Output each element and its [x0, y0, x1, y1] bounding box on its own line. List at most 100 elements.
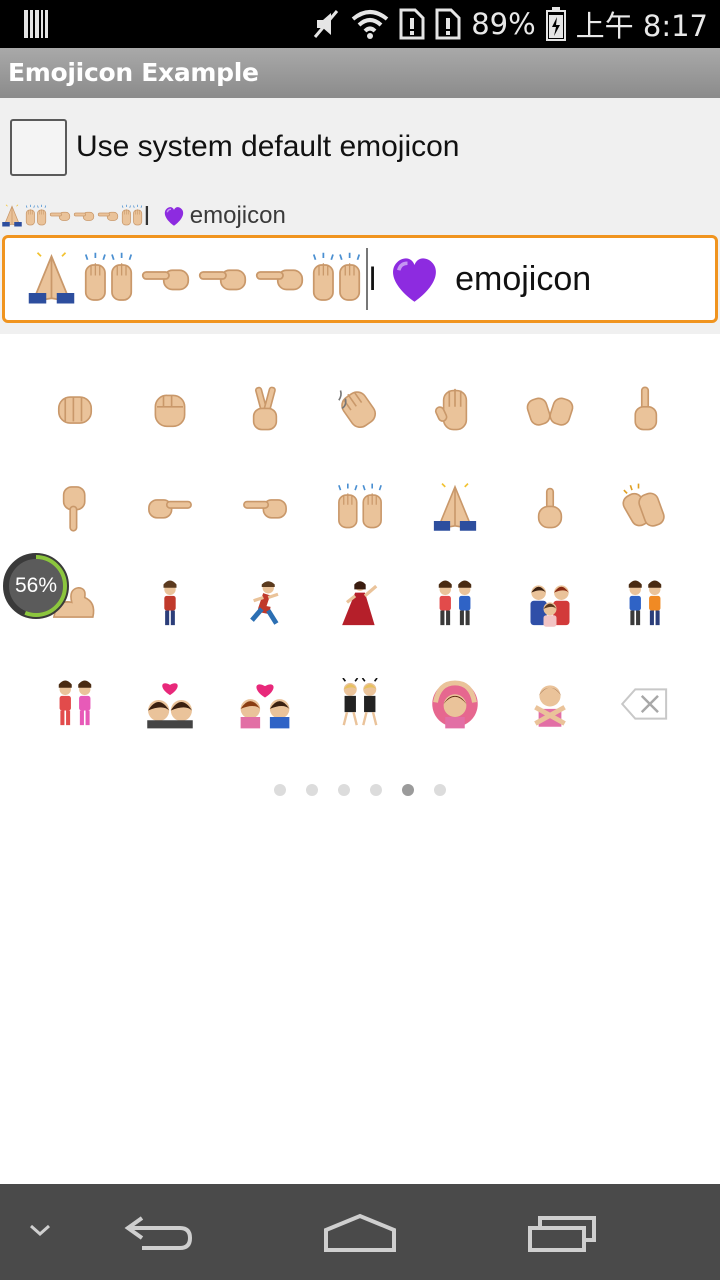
emoji-key-point-right[interactable] — [140, 478, 200, 538]
open-hands-emoji — [524, 384, 576, 436]
text-cursor — [366, 248, 368, 310]
navigation-bar — [0, 1184, 720, 1280]
emoji-key-runner[interactable] — [235, 574, 295, 634]
emoji-edit-text[interactable]: l emojicon — [2, 235, 718, 323]
emoji-key-open-hands[interactable] — [520, 380, 580, 440]
emoji-keyboard-grid — [0, 360, 720, 750]
back-icon[interactable] — [124, 1214, 194, 1258]
emoji-preview-text: l emojicon — [0, 198, 286, 234]
point-left-emoji — [48, 203, 72, 229]
point-left-emoji — [96, 203, 120, 229]
edit-text-char: l — [369, 260, 377, 297]
backspace-button[interactable] — [615, 674, 675, 734]
emoji-key-dancers[interactable] — [330, 674, 390, 734]
battery-charging-icon — [545, 7, 566, 41]
emoji-key-fist[interactable] — [140, 380, 200, 440]
couple-kiss-emoji — [144, 678, 196, 730]
preview-text-char: l — [144, 200, 150, 231]
status-time: 上午 8:17 — [575, 9, 708, 43]
emoji-key-waving-hand[interactable] — [330, 380, 390, 440]
content-area: Use system default emojicon l emojicon l e… — [0, 98, 720, 334]
raised-hands-emoji — [334, 482, 386, 534]
emoji-key-couple-heart[interactable] — [235, 674, 295, 734]
point-left-emoji — [239, 482, 291, 534]
wifi-icon — [351, 9, 389, 39]
app-screen: 89% 上午 8:17 Emojicon Example Use system … — [0, 0, 720, 1280]
point-up-emoji — [619, 384, 671, 436]
battery-percent: 89% — [471, 7, 536, 41]
battery-floating-badge[interactable]: 56% — [3, 553, 69, 619]
family-emoji — [524, 578, 576, 630]
page-dot[interactable] — [274, 784, 286, 796]
page-dot[interactable] — [338, 784, 350, 796]
system-emoji-checkbox-row[interactable]: Use system default emojicon — [10, 118, 460, 176]
muted-icon — [311, 9, 341, 39]
app-title: Emojicon Example — [8, 58, 259, 87]
emoji-key-two-men[interactable] — [615, 574, 675, 634]
raised-hands-emoji — [24, 203, 48, 229]
preview-text-word: emojicon — [189, 202, 286, 229]
dancer-emoji — [334, 578, 386, 630]
point-right-emoji — [144, 482, 196, 534]
walking-emoji — [144, 578, 196, 630]
waving-hand-emoji — [334, 384, 386, 436]
raised-hands-emoji — [120, 203, 144, 229]
point-up-2-emoji — [524, 482, 576, 534]
no-good-woman-emoji — [524, 678, 576, 730]
emoji-key-point-up[interactable] — [615, 380, 675, 440]
page-dot[interactable] — [306, 784, 318, 796]
purple-heart-emoji — [162, 203, 186, 229]
point-left-emoji — [137, 251, 194, 307]
couple-heart-emoji — [239, 678, 291, 730]
battery-badge-percent: 56% — [14, 574, 58, 597]
action-bar: Emojicon Example — [0, 48, 720, 98]
page-dot[interactable] — [402, 784, 414, 796]
ok-woman-emoji — [429, 678, 481, 730]
emoji-key-no-good-woman[interactable] — [520, 674, 580, 734]
emoji-key-raised-hands[interactable] — [330, 478, 390, 538]
fist-emoji — [144, 384, 196, 436]
emoji-key-pray[interactable] — [425, 478, 485, 538]
emoji-key-victory-hand[interactable] — [235, 380, 295, 440]
emoji-key-walking[interactable] — [140, 574, 200, 634]
edit-text-word: emojicon — [455, 259, 592, 298]
punch-emoji — [49, 384, 101, 436]
system-emoji-checkbox[interactable] — [10, 118, 67, 176]
emoji-key-couple[interactable] — [425, 574, 485, 634]
point-left-emoji — [194, 251, 251, 307]
emoji-key-family[interactable] — [520, 574, 580, 634]
page-dot[interactable] — [434, 784, 446, 796]
pray-emoji — [429, 482, 481, 534]
emoji-key-point-left[interactable] — [235, 478, 295, 538]
page-dot[interactable] — [370, 784, 382, 796]
barcode-icon — [24, 10, 48, 38]
raised-hands-emoji — [80, 251, 137, 307]
raised-hands-emoji — [308, 251, 365, 307]
emoji-key-couple-kiss[interactable] — [140, 674, 200, 734]
emoji-key-point-up-2[interactable] — [520, 478, 580, 538]
point-down-emoji — [49, 482, 101, 534]
system-emoji-checkbox-label: Use system default emojicon — [76, 130, 460, 163]
raised-hand-emoji — [429, 384, 481, 436]
emoji-key-point-down[interactable] — [45, 478, 105, 538]
point-left-emoji — [72, 203, 96, 229]
emoji-key-clap[interactable] — [615, 478, 675, 538]
emoji-key-raised-hand[interactable] — [425, 380, 485, 440]
emoji-key-punch[interactable] — [45, 380, 105, 440]
pray-emoji — [0, 203, 24, 229]
pray-emoji — [23, 251, 80, 307]
two-women-emoji — [49, 678, 101, 730]
recents-icon[interactable] — [526, 1214, 598, 1258]
home-icon[interactable] — [322, 1212, 398, 1258]
hide-keyboard-icon[interactable] — [28, 1222, 52, 1242]
runner-emoji — [239, 578, 291, 630]
victory-hand-emoji — [239, 384, 291, 436]
dancers-emoji — [334, 677, 386, 730]
couple-emoji — [429, 578, 481, 630]
emoji-key-ok-woman[interactable] — [425, 674, 485, 734]
emoji-key-two-women[interactable] — [45, 674, 105, 734]
emoji-key-dancer[interactable] — [330, 574, 390, 634]
two-men-emoji — [619, 578, 671, 630]
status-bar: 89% 上午 8:17 — [0, 0, 720, 48]
emoji-page-indicator — [0, 783, 720, 797]
